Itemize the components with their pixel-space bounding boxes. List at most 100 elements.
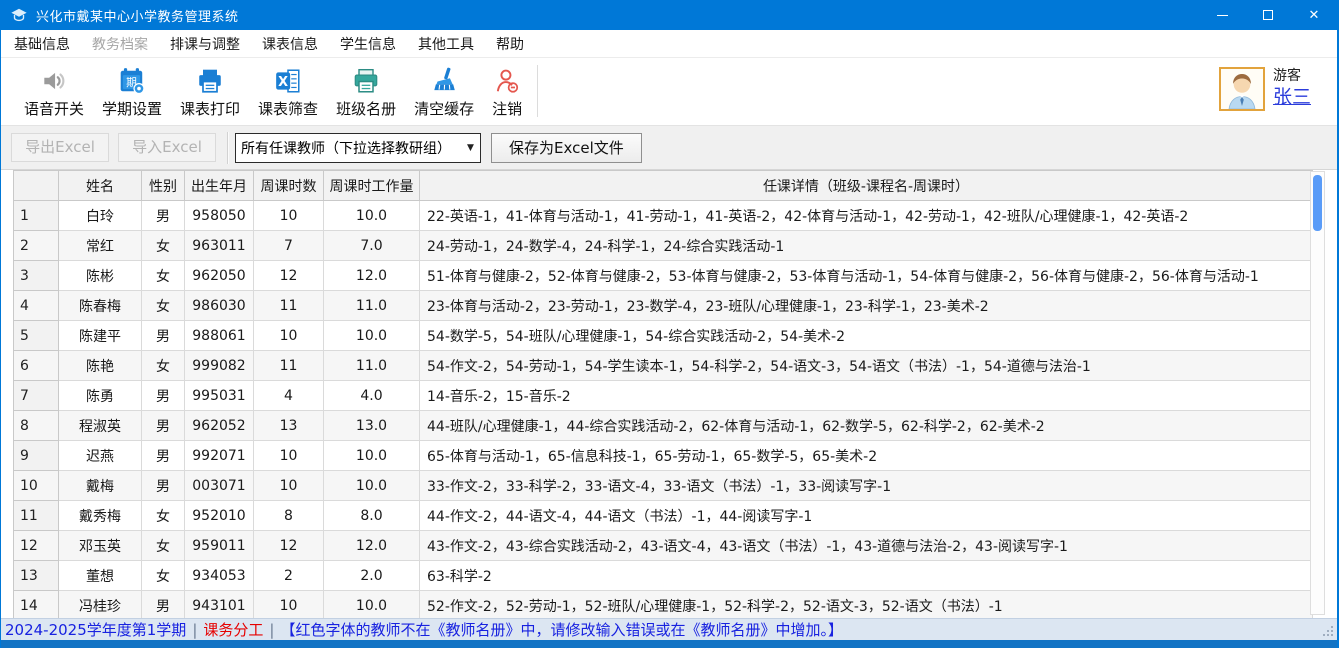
cell-weekly-hours[interactable]: 10 [254, 201, 324, 231]
cell-teaching-detail[interactable]: 51-体育与健康-2，52-体育与健康-2，53-体育与健康-2，53-体育与活… [420, 261, 1313, 291]
row-number[interactable]: 9 [14, 441, 59, 471]
cell-weekly-hours[interactable]: 10 [254, 471, 324, 501]
semester-settings-button[interactable]: 期 学期设置 [93, 63, 171, 119]
cell-birth[interactable]: 963011 [185, 231, 254, 261]
row-number[interactable]: 10 [14, 471, 59, 501]
minimize-button[interactable] [1199, 0, 1245, 30]
cell-weekly-hours[interactable]: 2 [254, 561, 324, 591]
cell-gender[interactable]: 男 [142, 201, 185, 231]
cell-teaching-detail[interactable]: 54-数学-5，54-班队/心理健康-1，54-综合实践活动-2，54-美术-2 [420, 321, 1313, 351]
cell-workload[interactable]: 10.0 [324, 201, 420, 231]
save-as-excel-button[interactable]: 保存为Excel文件 [491, 133, 642, 163]
row-number[interactable]: 4 [14, 291, 59, 321]
cell-gender[interactable]: 女 [142, 291, 185, 321]
cell-gender[interactable]: 女 [142, 261, 185, 291]
user-name-link[interactable]: 张三 [1273, 86, 1311, 110]
cell-birth[interactable]: 986030 [185, 291, 254, 321]
cell-gender[interactable]: 女 [142, 561, 185, 591]
maximize-button[interactable] [1245, 0, 1291, 30]
class-roster-button[interactable]: 班级名册 [327, 63, 405, 119]
cell-workload[interactable]: 12.0 [324, 531, 420, 561]
cell-weekly-hours[interactable]: 13 [254, 411, 324, 441]
cell-weekly-hours[interactable]: 8 [254, 501, 324, 531]
cell-birth[interactable]: 995031 [185, 381, 254, 411]
import-excel-button[interactable]: 导入Excel [118, 133, 216, 162]
cell-weekly-hours[interactable]: 10 [254, 441, 324, 471]
row-number[interactable]: 6 [14, 351, 59, 381]
menu-other-tools[interactable]: 其他工具 [407, 29, 485, 59]
cell-birth[interactable]: 999082 [185, 351, 254, 381]
cell-gender[interactable]: 男 [142, 471, 185, 501]
cell-teaching-detail[interactable]: 22-英语-1，41-体育与活动-1，41-劳动-1，41-英语-2，42-体育… [420, 201, 1313, 231]
row-number[interactable]: 14 [14, 591, 59, 619]
table-row[interactable]: 7 陈勇 男 995031 4 4.0 14-音乐-2，15-音乐-2 [14, 381, 1313, 411]
cell-teacher-name[interactable]: 陈春梅 [59, 291, 142, 321]
cell-workload[interactable]: 10.0 [324, 441, 420, 471]
cell-teaching-detail[interactable]: 52-作文-2，52-劳动-1，52-班队/心理健康-1，52-科学-2，52-… [420, 591, 1313, 619]
cell-workload[interactable]: 10.0 [324, 591, 420, 619]
table-row[interactable]: 11 戴秀梅 女 952010 8 8.0 44-作文-2，44-语文-4，44… [14, 501, 1313, 531]
cell-teaching-detail[interactable]: 23-体育与活动-2，23-劳动-1，23-数学-4，23-班队/心理健康-1，… [420, 291, 1313, 321]
cell-workload[interactable]: 7.0 [324, 231, 420, 261]
cell-teaching-detail[interactable]: 14-音乐-2，15-音乐-2 [420, 381, 1313, 411]
cell-birth[interactable]: 992071 [185, 441, 254, 471]
teacher-group-dropdown[interactable]: 所有任课教师（下拉选择教研组） ▼ [235, 133, 481, 163]
cell-workload[interactable]: 4.0 [324, 381, 420, 411]
cell-workload[interactable]: 12.0 [324, 261, 420, 291]
cell-gender[interactable]: 男 [142, 381, 185, 411]
cell-workload[interactable]: 11.0 [324, 291, 420, 321]
cell-weekly-hours[interactable]: 10 [254, 591, 324, 619]
header-corner[interactable] [14, 171, 59, 201]
print-timetable-button[interactable]: 课表打印 [171, 63, 249, 119]
vertical-scrollbar[interactable] [1310, 171, 1325, 615]
cell-teacher-name[interactable]: 陈勇 [59, 381, 142, 411]
table-row[interactable]: 13 董想 女 934053 2 2.0 63-科学-2 [14, 561, 1313, 591]
row-number[interactable]: 11 [14, 501, 59, 531]
cell-birth[interactable]: 952010 [185, 501, 254, 531]
menu-student-info[interactable]: 学生信息 [329, 29, 407, 59]
table-row[interactable]: 2 常红 女 963011 7 7.0 24-劳动-1，24-数学-4，24-科… [14, 231, 1313, 261]
cell-teacher-name[interactable]: 邓玉英 [59, 531, 142, 561]
header-gender[interactable]: 性别 [142, 171, 185, 201]
cell-birth[interactable]: 003071 [185, 471, 254, 501]
row-number[interactable]: 5 [14, 321, 59, 351]
cell-gender[interactable]: 男 [142, 591, 185, 619]
cell-gender[interactable]: 女 [142, 351, 185, 381]
cell-weekly-hours[interactable]: 12 [254, 531, 324, 561]
cell-gender[interactable]: 男 [142, 411, 185, 441]
cell-teacher-name[interactable]: 陈建平 [59, 321, 142, 351]
table-row[interactable]: 6 陈艳 女 999082 11 11.0 54-作文-2，54-劳动-1，54… [14, 351, 1313, 381]
chevron-down-icon[interactable]: ▼ [461, 143, 480, 153]
table-row[interactable]: 3 陈彬 女 962050 12 12.0 51-体育与健康-2，52-体育与健… [14, 261, 1313, 291]
table-row[interactable]: 12 邓玉英 女 959011 12 12.0 43-作文-2，43-综合实践活… [14, 531, 1313, 561]
menu-basic-info[interactable]: 基础信息 [3, 29, 81, 59]
cell-teacher-name[interactable]: 戴秀梅 [59, 501, 142, 531]
cell-gender[interactable]: 女 [142, 531, 185, 561]
cell-birth[interactable]: 988061 [185, 321, 254, 351]
row-number[interactable]: 3 [14, 261, 59, 291]
export-excel-button[interactable]: 导出Excel [11, 133, 109, 162]
cell-teacher-name[interactable]: 陈艳 [59, 351, 142, 381]
menu-help[interactable]: 帮助 [485, 29, 535, 59]
cell-teaching-detail[interactable]: 54-作文-2，54-劳动-1，54-学生读本-1，54-科学-2，54-语文-… [420, 351, 1313, 381]
cell-weekly-hours[interactable]: 12 [254, 261, 324, 291]
cell-workload[interactable]: 13.0 [324, 411, 420, 441]
cell-weekly-hours[interactable]: 11 [254, 351, 324, 381]
user-avatar[interactable] [1219, 67, 1265, 111]
cell-teacher-name[interactable]: 常红 [59, 231, 142, 261]
header-birth[interactable]: 出生年月 [185, 171, 254, 201]
cell-teacher-name[interactable]: 迟燕 [59, 441, 142, 471]
table-row[interactable]: 14 冯桂珍 男 943101 10 10.0 52-作文-2，52-劳动-1，… [14, 591, 1313, 619]
row-number[interactable]: 8 [14, 411, 59, 441]
table-row[interactable]: 5 陈建平 男 988061 10 10.0 54-数学-5，54-班队/心理健… [14, 321, 1313, 351]
row-number[interactable]: 12 [14, 531, 59, 561]
cell-workload[interactable]: 11.0 [324, 351, 420, 381]
table-row[interactable]: 8 程淑英 男 962052 13 13.0 44-班队/心理健康-1，44-综… [14, 411, 1313, 441]
cell-workload[interactable]: 10.0 [324, 321, 420, 351]
table-row[interactable]: 10 戴梅 男 003071 10 10.0 33-作文-2，33-科学-2，3… [14, 471, 1313, 501]
cell-gender[interactable]: 男 [142, 441, 185, 471]
cell-gender[interactable]: 女 [142, 231, 185, 261]
cell-teaching-detail[interactable]: 43-作文-2，43-综合实践活动-2，43-语文-4，43-语文（书法）-1，… [420, 531, 1313, 561]
cell-gender[interactable]: 女 [142, 501, 185, 531]
cell-workload[interactable]: 2.0 [324, 561, 420, 591]
